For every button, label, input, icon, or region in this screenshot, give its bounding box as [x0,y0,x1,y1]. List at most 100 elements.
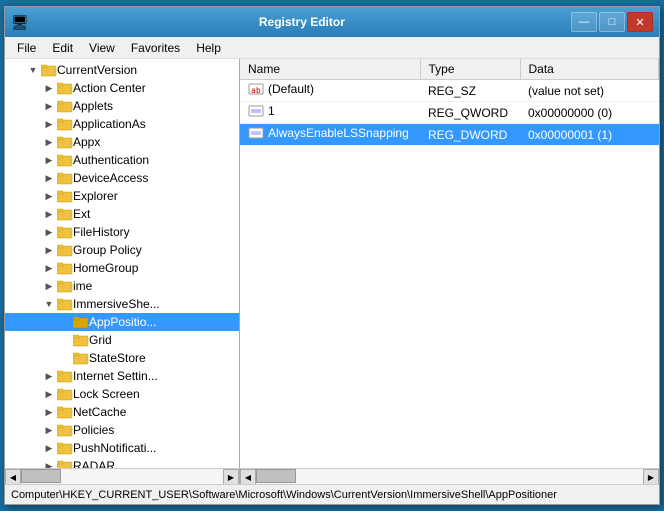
tree-node-netcache[interactable]: ▶ NetCache [5,403,239,421]
folder-icon-grid [73,333,89,347]
tree-node-appx[interactable]: ▶ Appx [5,133,239,151]
tree-node-action-center[interactable]: ▶ Action Center [5,79,239,97]
tree-label-deviceaccess: DeviceAccess [73,171,148,185]
minimize-button[interactable]: — [571,12,597,32]
menu-bar: File Edit View Favorites Help [5,37,659,59]
expand-action-center[interactable]: ▶ [41,80,57,96]
tree-label-appx: Appx [73,135,100,149]
expand-homegroup[interactable]: ▶ [41,260,57,276]
expand-explorer[interactable]: ▶ [41,188,57,204]
tree-node-ext[interactable]: ▶ Ext [5,205,239,223]
tree-scroll-track[interactable] [21,469,223,484]
tree-node-ime[interactable]: ▶ ime [5,277,239,295]
tree-scroll-thumb[interactable] [21,469,61,483]
tree-node-applicationas[interactable]: ▶ ApplicationAs [5,115,239,133]
tree-label-grid: Grid [89,333,112,347]
tree-label-explorer: Explorer [73,189,118,203]
status-bar: Computer\HKEY_CURRENT_USER\Software\Micr… [5,484,659,504]
detail-scroll-thumb[interactable] [256,469,296,483]
expand-filehistory[interactable]: ▶ [41,224,57,240]
expand-applets[interactable]: ▶ [41,98,57,114]
window-controls: — □ ✕ [571,12,653,32]
tree-node-grid[interactable]: ▶ Grid [5,331,239,349]
detail-scroll-track[interactable] [256,469,643,484]
tree-node-immersiveshell[interactable]: ▼ ImmersiveShe... [5,295,239,313]
tree-label-grouppolicy: Group Policy [73,243,142,257]
expand-appx[interactable]: ▶ [41,134,57,150]
row-alwaysenable-name: AlwaysEnableLSSnapping [240,124,420,146]
menu-file[interactable]: File [9,39,44,57]
tree-node-authentication[interactable]: ▶ Authentication [5,151,239,169]
tree-label-filehistory: FileHistory [73,225,130,239]
tree-label-statestore: StateStore [89,351,146,365]
tree-node-statestore[interactable]: ▶ StateStore [5,349,239,367]
tree-node-currentversion[interactable]: ▼ CurrentVersion [5,61,239,79]
tree-label-ext: Ext [73,207,90,221]
folder-icon-lockscreen [57,387,73,401]
expand-radar[interactable]: ▶ [41,458,57,468]
expand-internetsettings[interactable]: ▶ [41,368,57,384]
tree-label-pushnotifications: PushNotificati... [73,441,156,455]
tree-label-lockscreen: Lock Screen [73,387,140,401]
folder-icon-policies [57,423,73,437]
tree-scrollbar[interactable]: ◀ ▶ [5,469,240,484]
folder-icon-radar [57,459,73,468]
tree-node-lockscreen[interactable]: ▶ Lock Screen [5,385,239,403]
expand-ext[interactable]: ▶ [41,206,57,222]
expand-netcache[interactable]: ▶ [41,404,57,420]
horizontal-scrollbar[interactable]: ◀ ▶ ◀ ▶ [5,468,659,484]
tree-node-applets[interactable]: ▶ Applets [5,97,239,115]
tree-node-explorer[interactable]: ▶ Explorer [5,187,239,205]
tree-node-radar[interactable]: ▶ RADAR [5,457,239,468]
tree-node-apppositioner[interactable]: ▶ AppPositio... [5,313,239,331]
tree-node-policies[interactable]: ▶ Policies [5,421,239,439]
expand-grouppolicy[interactable]: ▶ [41,242,57,258]
tree-node-homegroup[interactable]: ▶ HomeGroup [5,259,239,277]
maximize-button[interactable]: □ [599,12,625,32]
tree-node-pushnotifications[interactable]: ▶ PushNotificati... [5,439,239,457]
folder-icon-currentversion [41,63,57,77]
registry-row-alwaysenable[interactable]: AlwaysEnableLSSnapping REG_DWORD 0x00000… [240,124,659,146]
scroll-left-btn[interactable]: ◀ [5,469,21,485]
row-1-name: 1 [240,102,420,124]
expand-ime[interactable]: ▶ [41,278,57,294]
expand-applicationas[interactable]: ▶ [41,116,57,132]
registry-row-1[interactable]: 1 REG_QWORD 0x00000000 (0) [240,102,659,124]
tree-node-grouppolicy[interactable]: ▶ Group Policy [5,241,239,259]
detail-scroll-left-btn[interactable]: ◀ [240,469,256,485]
tree-node-internetsettings[interactable]: ▶ Internet Settin... [5,367,239,385]
registry-row-default[interactable]: ab (Default) REG_SZ (value not set) [240,80,659,102]
detail-scroll-right-btn[interactable]: ▶ [643,469,659,485]
expand-currentversion[interactable]: ▼ [25,62,41,78]
tree-label-immersiveshell: ImmersiveShe... [73,297,160,311]
expand-deviceaccess[interactable]: ▶ [41,170,57,186]
menu-help[interactable]: Help [188,39,229,57]
tree-label-policies: Policies [73,423,114,437]
app-icon: 🖥 [11,14,29,31]
menu-favorites[interactable]: Favorites [123,39,188,57]
folder-icon-ime [57,279,73,293]
tree-node-filehistory[interactable]: ▶ FileHistory [5,223,239,241]
tree-node-deviceaccess[interactable]: ▶ DeviceAccess [5,169,239,187]
tree-pane[interactable]: ▼ CurrentVersion ▶ Action Center ▶ [5,59,240,468]
menu-edit[interactable]: Edit [44,39,81,57]
row-1-type: REG_QWORD [420,102,520,124]
detail-scrollbar[interactable]: ◀ ▶ [240,469,659,484]
col-name-header: Name [240,59,420,80]
expand-policies[interactable]: ▶ [41,422,57,438]
folder-icon-immersiveshell [57,297,73,311]
expand-immersiveshell[interactable]: ▼ [41,296,57,312]
folder-icon-pushnotifications [57,441,73,455]
registry-values-table: Name Type Data ab (De [240,59,659,146]
row-1-data: 0x00000000 (0) [520,102,659,124]
scroll-right-btn[interactable]: ▶ [223,469,239,485]
expand-pushnotifications[interactable]: ▶ [41,440,57,456]
menu-view[interactable]: View [81,39,123,57]
expand-lockscreen[interactable]: ▶ [41,386,57,402]
reg-qword-icon [248,104,264,118]
expand-authentication[interactable]: ▶ [41,152,57,168]
row-default-name: ab (Default) [240,80,420,102]
folder-icon-action-center [57,81,73,95]
close-button[interactable]: ✕ [627,12,653,32]
tree-label-currentversion: CurrentVersion [57,63,137,77]
